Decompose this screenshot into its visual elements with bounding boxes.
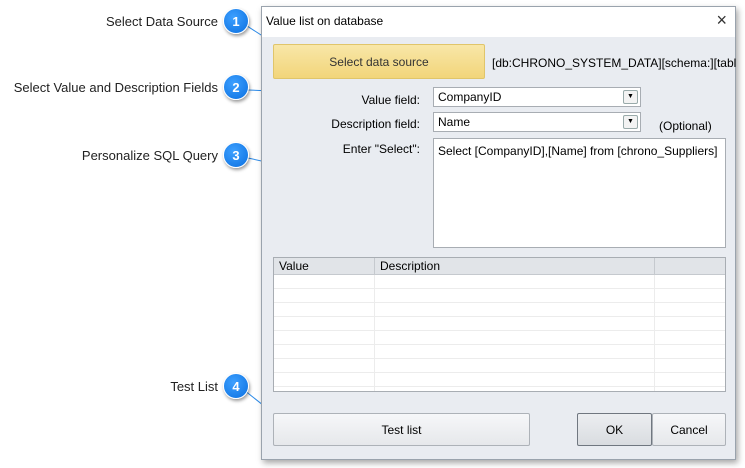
value-field-select[interactable]: CompanyID ▼ bbox=[433, 87, 641, 107]
callout-badge-4: 4 bbox=[223, 373, 249, 399]
chevron-down-icon[interactable]: ▼ bbox=[623, 90, 638, 104]
table-row bbox=[274, 275, 725, 289]
data-source-info: [db:CHRONO_SYSTEM_DATA][schema:][table:c bbox=[492, 56, 736, 70]
column-header-description[interactable]: Description bbox=[375, 258, 655, 274]
title-bar: Value list on database × bbox=[262, 7, 735, 37]
table-row bbox=[274, 317, 725, 331]
description-field-select[interactable]: Name ▼ bbox=[433, 112, 641, 132]
column-header-value[interactable]: Value bbox=[274, 258, 375, 274]
column-header-extra bbox=[655, 258, 725, 274]
callout-badge-1: 1 bbox=[223, 8, 249, 34]
table-row bbox=[274, 303, 725, 317]
table-row bbox=[274, 359, 725, 373]
dialog-title: Value list on database bbox=[266, 14, 384, 28]
table-row bbox=[274, 289, 725, 303]
callout-label-1: Select Data Source bbox=[105, 14, 218, 29]
close-icon[interactable]: × bbox=[716, 10, 727, 31]
test-list-button[interactable]: Test list bbox=[273, 413, 530, 446]
table-row bbox=[274, 331, 725, 345]
value-field-label: Value field: bbox=[361, 93, 420, 107]
chevron-down-icon[interactable]: ▼ bbox=[623, 115, 638, 129]
description-field-value: Name bbox=[438, 115, 471, 129]
table-row bbox=[274, 387, 725, 391]
callout-label-4: Test List bbox=[170, 379, 218, 394]
callout-badge-2: 2 bbox=[223, 74, 249, 100]
table-row bbox=[274, 345, 725, 359]
grid-header: Value Description bbox=[274, 258, 725, 275]
ok-button[interactable]: OK bbox=[577, 413, 652, 446]
optional-label: (Optional) bbox=[659, 119, 712, 133]
select-query-label: Enter "Select": bbox=[342, 142, 420, 156]
value-field-value: CompanyID bbox=[438, 90, 502, 104]
callout-badge-3: 3 bbox=[223, 142, 249, 168]
table-row bbox=[274, 373, 725, 387]
callout-label-2: Select Value and Description Fields bbox=[13, 80, 218, 95]
cancel-button[interactable]: Cancel bbox=[652, 413, 726, 446]
test-results-grid: Value Description bbox=[273, 257, 726, 392]
select-data-source-button[interactable]: Select data source bbox=[273, 44, 485, 79]
value-list-dialog: Value list on database × Select data sou… bbox=[261, 6, 736, 460]
description-field-label: Description field: bbox=[331, 117, 420, 131]
callout-label-3: Personalize SQL Query bbox=[81, 148, 218, 163]
select-query-textarea[interactable]: Select [CompanyID],[Name] from [chrono_S… bbox=[433, 138, 726, 248]
